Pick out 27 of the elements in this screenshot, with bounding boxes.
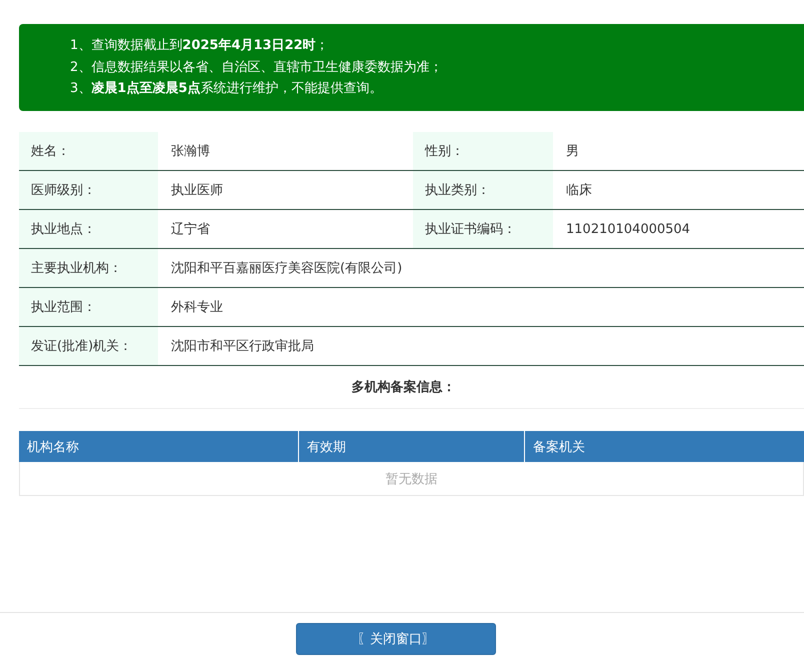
field-label: 医师级别： <box>19 171 158 209</box>
column-header: 有效期 <box>299 431 525 462</box>
field-label: 姓名： <box>19 132 158 170</box>
field-value: 沈阳和平百嘉丽医疗美容医院(有限公司) <box>170 260 404 278</box>
notice-text: 3、凌晨1点至凌晨5点系统进行维护，不能提供查询。 <box>70 80 384 98</box>
section-title: 多机构备案信息： <box>352 378 456 396</box>
field-value: 110210104000504 <box>565 220 692 238</box>
field-value: 外科专业 <box>170 299 224 317</box>
field-label: 执业范围： <box>19 288 158 326</box>
field-value: 沈阳市和平区行政审批局 <box>170 338 315 356</box>
field-value: 辽宁省 <box>170 221 211 239</box>
field-label: 性别： <box>413 132 553 170</box>
field-value: 男 <box>565 143 580 161</box>
column-header: 备案机关 <box>532 438 586 456</box>
field-label: 执业证书编码： <box>413 210 553 248</box>
notice-text: 1、查询数据截止到2025年4月13日22时； <box>70 37 330 55</box>
field-label: 主要执业机构： <box>19 249 158 287</box>
field-value: 张瀚博 <box>170 143 211 161</box>
close-window-button[interactable]: 〖关闭窗口〗 <box>296 623 496 655</box>
empty-message: 暂无数据 <box>386 470 438 488</box>
column-header: 机构名称 <box>19 431 299 462</box>
field-label: 执业类别： <box>413 171 553 209</box>
field-label: 执业地点： <box>19 210 158 248</box>
notice-text: 2、信息数据结果以各省、自治区、直辖市卫生健康委数据为准； <box>70 58 444 76</box>
field-label: 发证(批准)机关： <box>19 327 158 365</box>
field-value: 执业医师 <box>170 182 224 200</box>
field-value: 临床 <box>565 182 593 200</box>
